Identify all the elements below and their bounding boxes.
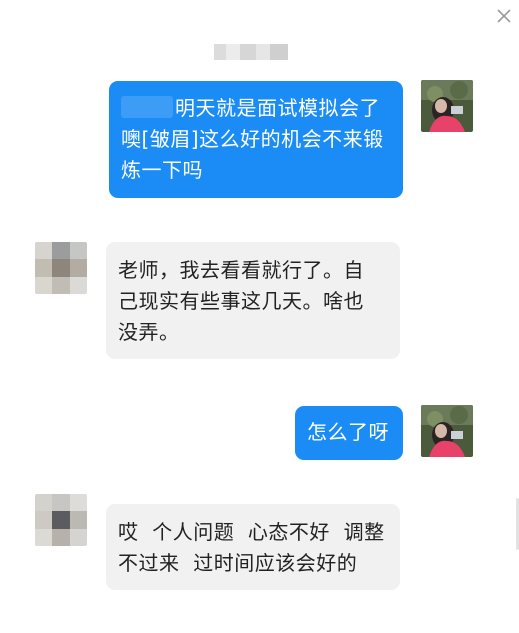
close-button[interactable]: [494, 6, 514, 26]
message-bubble-sent[interactable]: 明天就是面试模拟会了 噢[皱眉]这么好的机会不来锻 炼一下吗: [109, 81, 403, 198]
message-line: 怎么了呀: [307, 420, 389, 444]
contact-avatar[interactable]: [35, 242, 87, 294]
message-line: 没弄。: [118, 320, 180, 344]
avatar-image: [421, 405, 473, 457]
avatar-image-pixelated: [35, 242, 87, 294]
message-line: 炼一下吗: [121, 158, 203, 182]
close-icon: [497, 9, 511, 23]
message-line: 哎 个人问题 心态不好 调整: [118, 520, 385, 544]
message-bubble-received[interactable]: 老师，我去看看就行了。自 己现实有些事这几天。啥也 没弄。: [106, 242, 400, 359]
message-bubble-received[interactable]: 哎 个人问题 心态不好 调整 不过来 过时间应该会好的: [106, 504, 400, 590]
my-avatar[interactable]: [421, 405, 473, 457]
avatar-image: [421, 80, 473, 132]
avatar-image-pixelated: [35, 494, 87, 546]
message-line: 己现实有些事这几天。啥也: [118, 289, 364, 313]
message-line: 不过来 过时间应该会好的: [118, 551, 358, 575]
message-line: 明天就是面试模拟会了: [121, 93, 395, 124]
message-line: 老师，我去看看就行了。自: [118, 258, 364, 282]
message-bubble-sent[interactable]: 怎么了呀: [295, 406, 403, 460]
chat-window: 明天就是面试模拟会了 噢[皱眉]这么好的机会不来锻 炼一下吗 老师，我去看看就行…: [0, 0, 519, 633]
contact-avatar[interactable]: [35, 494, 87, 546]
contact-name-redacted: [214, 44, 288, 60]
redacted-mention: [121, 96, 173, 118]
message-line: 噢[皱眉]这么好的机会不来锻: [121, 127, 384, 151]
my-avatar[interactable]: [421, 80, 473, 132]
